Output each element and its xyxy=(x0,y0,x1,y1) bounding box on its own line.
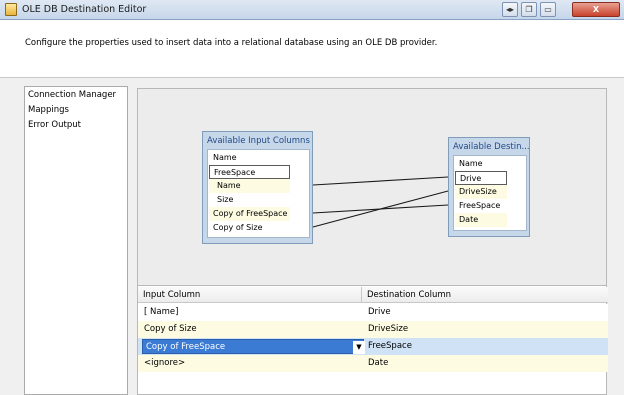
nav-item-connection-manager[interactable]: Connection Manager xyxy=(28,90,116,100)
input-column-item[interactable]: FreeSpace xyxy=(209,165,290,179)
grid-header-destination[interactable]: Destination Column xyxy=(362,287,608,303)
mapping-line xyxy=(312,190,449,228)
grid-header-input[interactable]: Input Column xyxy=(138,287,362,303)
mapping-diagram: Available Input Columns Name FreeSpace N… xyxy=(137,88,607,286)
table-row[interactable]: [ Name] Drive xyxy=(138,304,608,321)
input-column-item[interactable]: Name xyxy=(209,179,290,193)
mapping-line xyxy=(312,176,449,186)
table-row[interactable]: Copy of Size DriveSize xyxy=(138,321,608,338)
mapping-line xyxy=(312,204,449,214)
destination-cell[interactable]: DriveSize xyxy=(362,321,608,338)
mapping-grid: Input Column Destination Column [ Name] … xyxy=(137,286,608,395)
app-icon xyxy=(5,3,17,16)
destination-column-item[interactable]: FreeSpace xyxy=(455,199,507,213)
destination-cell[interactable]: Date xyxy=(362,355,608,372)
title-bar: OLE DB Destination Editor ◂▸ ❐ ▭ X xyxy=(0,0,624,20)
combobox-value: Copy of FreeSpace xyxy=(146,342,226,352)
help-button[interactable]: ◂▸ xyxy=(502,2,518,17)
input-cell[interactable]: [ Name] xyxy=(138,304,362,321)
input-cell[interactable]: <ignore> xyxy=(138,355,362,372)
destination-columns-header: Name xyxy=(455,157,525,171)
input-columns-title: Available Input Columns xyxy=(207,136,310,146)
input-columns-list: Name FreeSpace Name Size Copy of FreeSpa… xyxy=(207,149,310,238)
window-title: OLE DB Destination Editor xyxy=(22,4,147,15)
input-columns-box[interactable]: Available Input Columns Name FreeSpace N… xyxy=(202,131,313,244)
input-cell[interactable]: Copy of Size xyxy=(138,321,362,338)
nav-panel: Connection Manager Mappings Error Output xyxy=(24,86,128,395)
restore-button[interactable]: ❐ xyxy=(521,2,537,17)
table-row[interactable]: <ignore> Date xyxy=(138,355,608,372)
destination-columns-title: Available Destin... xyxy=(453,142,529,152)
input-column-combobox[interactable]: Copy of FreeSpace ▼ xyxy=(142,339,365,354)
input-column-item[interactable]: Copy of FreeSpace xyxy=(209,207,290,221)
input-column-item[interactable]: Size xyxy=(209,193,290,207)
destination-column-item[interactable]: DriveSize xyxy=(455,185,507,199)
input-columns-header: Name xyxy=(209,151,308,165)
maximize-button[interactable]: ▭ xyxy=(540,2,556,17)
nav-item-mappings[interactable]: Mappings xyxy=(28,105,69,115)
destination-cell[interactable]: Drive xyxy=(362,304,608,321)
table-row[interactable]: Copy of FreeSpace ▼ FreeSpace xyxy=(138,338,608,355)
close-button[interactable]: X xyxy=(572,2,620,17)
destination-columns-list: Name Drive DriveSize FreeSpace Date xyxy=(453,155,527,231)
input-column-item[interactable]: Copy of Size xyxy=(209,221,290,235)
destination-column-item[interactable]: Date xyxy=(455,213,507,227)
destination-cell[interactable]: FreeSpace xyxy=(362,338,608,355)
destination-columns-box[interactable]: Available Destin... Name Drive DriveSize… xyxy=(448,137,530,237)
nav-item-error-output[interactable]: Error Output xyxy=(28,120,81,130)
page-description: Configure the properties used to insert … xyxy=(25,38,438,48)
destination-column-item[interactable]: Drive xyxy=(455,171,507,185)
header-panel xyxy=(0,20,624,78)
